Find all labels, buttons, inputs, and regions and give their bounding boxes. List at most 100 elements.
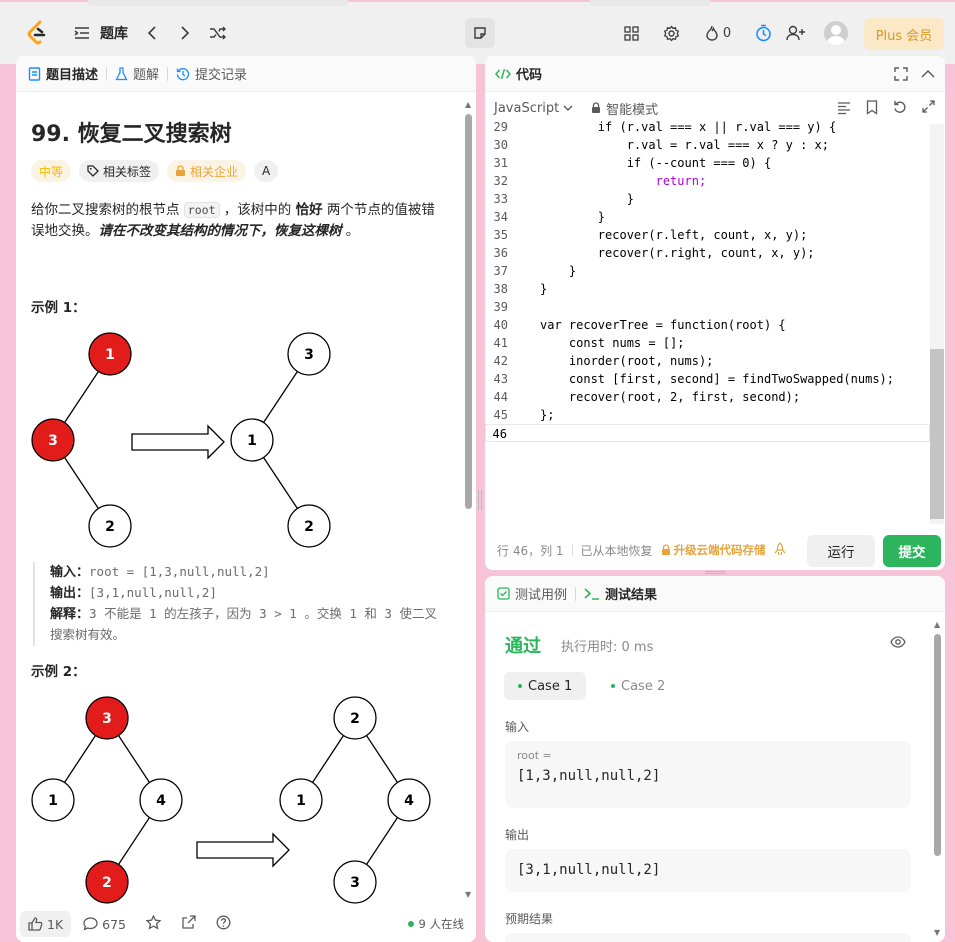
code-brackets-icon: [495, 68, 511, 79]
explanation-label: 解释：: [50, 607, 90, 622]
line-number: 36: [493, 246, 508, 260]
tab-testcase[interactable]: 测试用例: [497, 576, 567, 612]
code-text: };: [540, 408, 555, 422]
browser-tab-deco: [590, 0, 710, 6]
line-number: 46: [492, 427, 507, 441]
tab-divider: [575, 586, 577, 601]
code-text: return;: [540, 174, 707, 188]
code-text: recover(root, 2, first, second);: [540, 390, 801, 404]
collapse-icon[interactable]: [921, 68, 935, 83]
line-number: 31: [493, 156, 508, 170]
language-select[interactable]: JavaScript: [494, 101, 573, 116]
code-tab[interactable]: 代码: [495, 56, 542, 92]
panel-resize-handle[interactable]: [478, 490, 482, 510]
prev-problem-icon[interactable]: [144, 20, 160, 46]
line-number: 40: [493, 318, 508, 332]
scroll-down-arrow[interactable]: ▼: [465, 890, 471, 900]
tab-submissions[interactable]: 提交记录: [176, 56, 247, 92]
scroll-down-arrow[interactable]: ▼: [934, 928, 940, 937]
eye-icon[interactable]: [890, 636, 906, 652]
fullscreen-icon[interactable]: [922, 100, 935, 117]
submit-button[interactable]: 提交: [883, 535, 941, 567]
problem-list-icon[interactable]: [72, 20, 92, 46]
timer-icon[interactable]: [752, 20, 774, 46]
code-line: 38}: [485, 280, 930, 298]
problem-list-label[interactable]: 题库: [99, 20, 129, 46]
code-line: 33 }: [485, 190, 930, 208]
star-icon[interactable]: [145, 914, 162, 933]
browser-tab-deco: [88, 0, 348, 6]
upgrade-storage-link[interactable]: 升级云端代码存储: [661, 542, 766, 558]
tree-node-label: 3: [102, 711, 112, 727]
code-text: }: [540, 210, 606, 224]
related-tags-label: 相关标签: [103, 164, 152, 179]
example-1-explanation: 解释：3 不能是 1 的左孩子，因为 3 > 1 。交换 1 和 3 使二叉搜索…: [50, 604, 443, 646]
add-friend-icon[interactable]: [784, 20, 808, 46]
notes-button[interactable]: [465, 18, 495, 48]
line-number: 39: [493, 300, 508, 314]
tab-divider: [167, 66, 169, 81]
scroll-up-arrow[interactable]: ▲: [465, 100, 471, 110]
run-button[interactable]: 运行: [807, 535, 875, 567]
user-avatar[interactable]: [824, 21, 848, 45]
tab-solutions[interactable]: 题解: [115, 56, 159, 92]
line-number: 29: [493, 120, 508, 134]
line-number: 38: [493, 282, 508, 296]
code-scrollbar-thumb[interactable]: [930, 349, 944, 519]
line-number: 37: [493, 264, 508, 278]
related-companies-button[interactable]: 相关企业: [167, 160, 247, 182]
lock-icon: [661, 544, 670, 555]
input-box: root = [1,3,null,null,2]: [505, 741, 911, 808]
reset-icon[interactable]: [893, 100, 907, 118]
like-button[interactable]: 1K: [20, 911, 72, 937]
settings-gear-icon[interactable]: [661, 20, 681, 46]
result-scrollbar-thumb[interactable]: [934, 634, 941, 856]
code-line: 29 if (r.val === x || r.val === y) {: [485, 118, 930, 136]
leetcode-logo-icon[interactable]: [26, 20, 48, 46]
line-number: 32: [493, 174, 508, 188]
next-problem-icon[interactable]: [177, 20, 193, 46]
comment-icon: [83, 917, 98, 931]
upgrade-storage-label: 升级云端代码存储: [673, 543, 766, 557]
horizontal-resize-handle[interactable]: [705, 571, 725, 574]
case-tab-2[interactable]: Case 2: [597, 672, 679, 700]
streak-button[interactable]: 0: [700, 20, 736, 46]
bookmark-icon[interactable]: [866, 100, 878, 119]
comments-button[interactable]: 675: [83, 917, 126, 932]
code-text: inorder(root, nums);: [540, 354, 714, 368]
history-icon: [176, 67, 190, 80]
tab-solutions-label: 题解: [133, 68, 160, 83]
smart-mode-toggle[interactable]: 智能模式: [591, 99, 658, 118]
desc-text: ，该树中的: [219, 202, 296, 218]
tree-node-label: 3: [48, 433, 58, 449]
tab-description[interactable]: 题目描述: [28, 56, 98, 92]
result-panel-tabs: 测试用例 测试结果: [485, 576, 945, 612]
cloud-save-icon[interactable]: [772, 541, 788, 559]
related-companies-label: 相关企业: [190, 164, 239, 179]
related-tags-button[interactable]: 相关标签: [79, 160, 160, 182]
plus-membership-button[interactable]: Plus 会员: [864, 18, 944, 50]
code-line: 32 return;: [485, 172, 930, 190]
case-tab-1[interactable]: Case 1: [504, 672, 587, 700]
code-editor[interactable]: 29 if (r.val === x || r.val === y) { 30 …: [485, 120, 930, 570]
example-1-input: 输入：root = [1,3,null,null,2]: [50, 562, 443, 583]
maximize-icon[interactable]: [894, 67, 908, 85]
tab-result[interactable]: 测试结果: [584, 576, 657, 612]
input-value: root = [1,3,null,null,2]: [89, 564, 270, 579]
lock-icon: [176, 165, 186, 176]
line-number: 42: [493, 354, 508, 368]
help-icon[interactable]: [216, 915, 231, 933]
left-scrollbar-thumb[interactable]: [465, 114, 472, 509]
translate-button[interactable]: A: [254, 160, 279, 182]
random-problem-icon[interactable]: [207, 20, 229, 46]
layout-icon[interactable]: [621, 20, 641, 46]
share-icon[interactable]: [181, 915, 196, 933]
code-tab-label: 代码: [516, 68, 543, 83]
code-line-active: 46: [485, 424, 930, 442]
input-label: 输入: [505, 720, 530, 734]
format-icon[interactable]: [837, 101, 851, 119]
desc-bold-text: 恰好: [295, 202, 323, 218]
scroll-up-arrow[interactable]: ▲: [934, 620, 940, 629]
problem-tags: 中等 相关标签 相关企业 A: [31, 160, 279, 182]
example-1-diagram: 1 3 2 3 1 2: [31, 332, 331, 548]
